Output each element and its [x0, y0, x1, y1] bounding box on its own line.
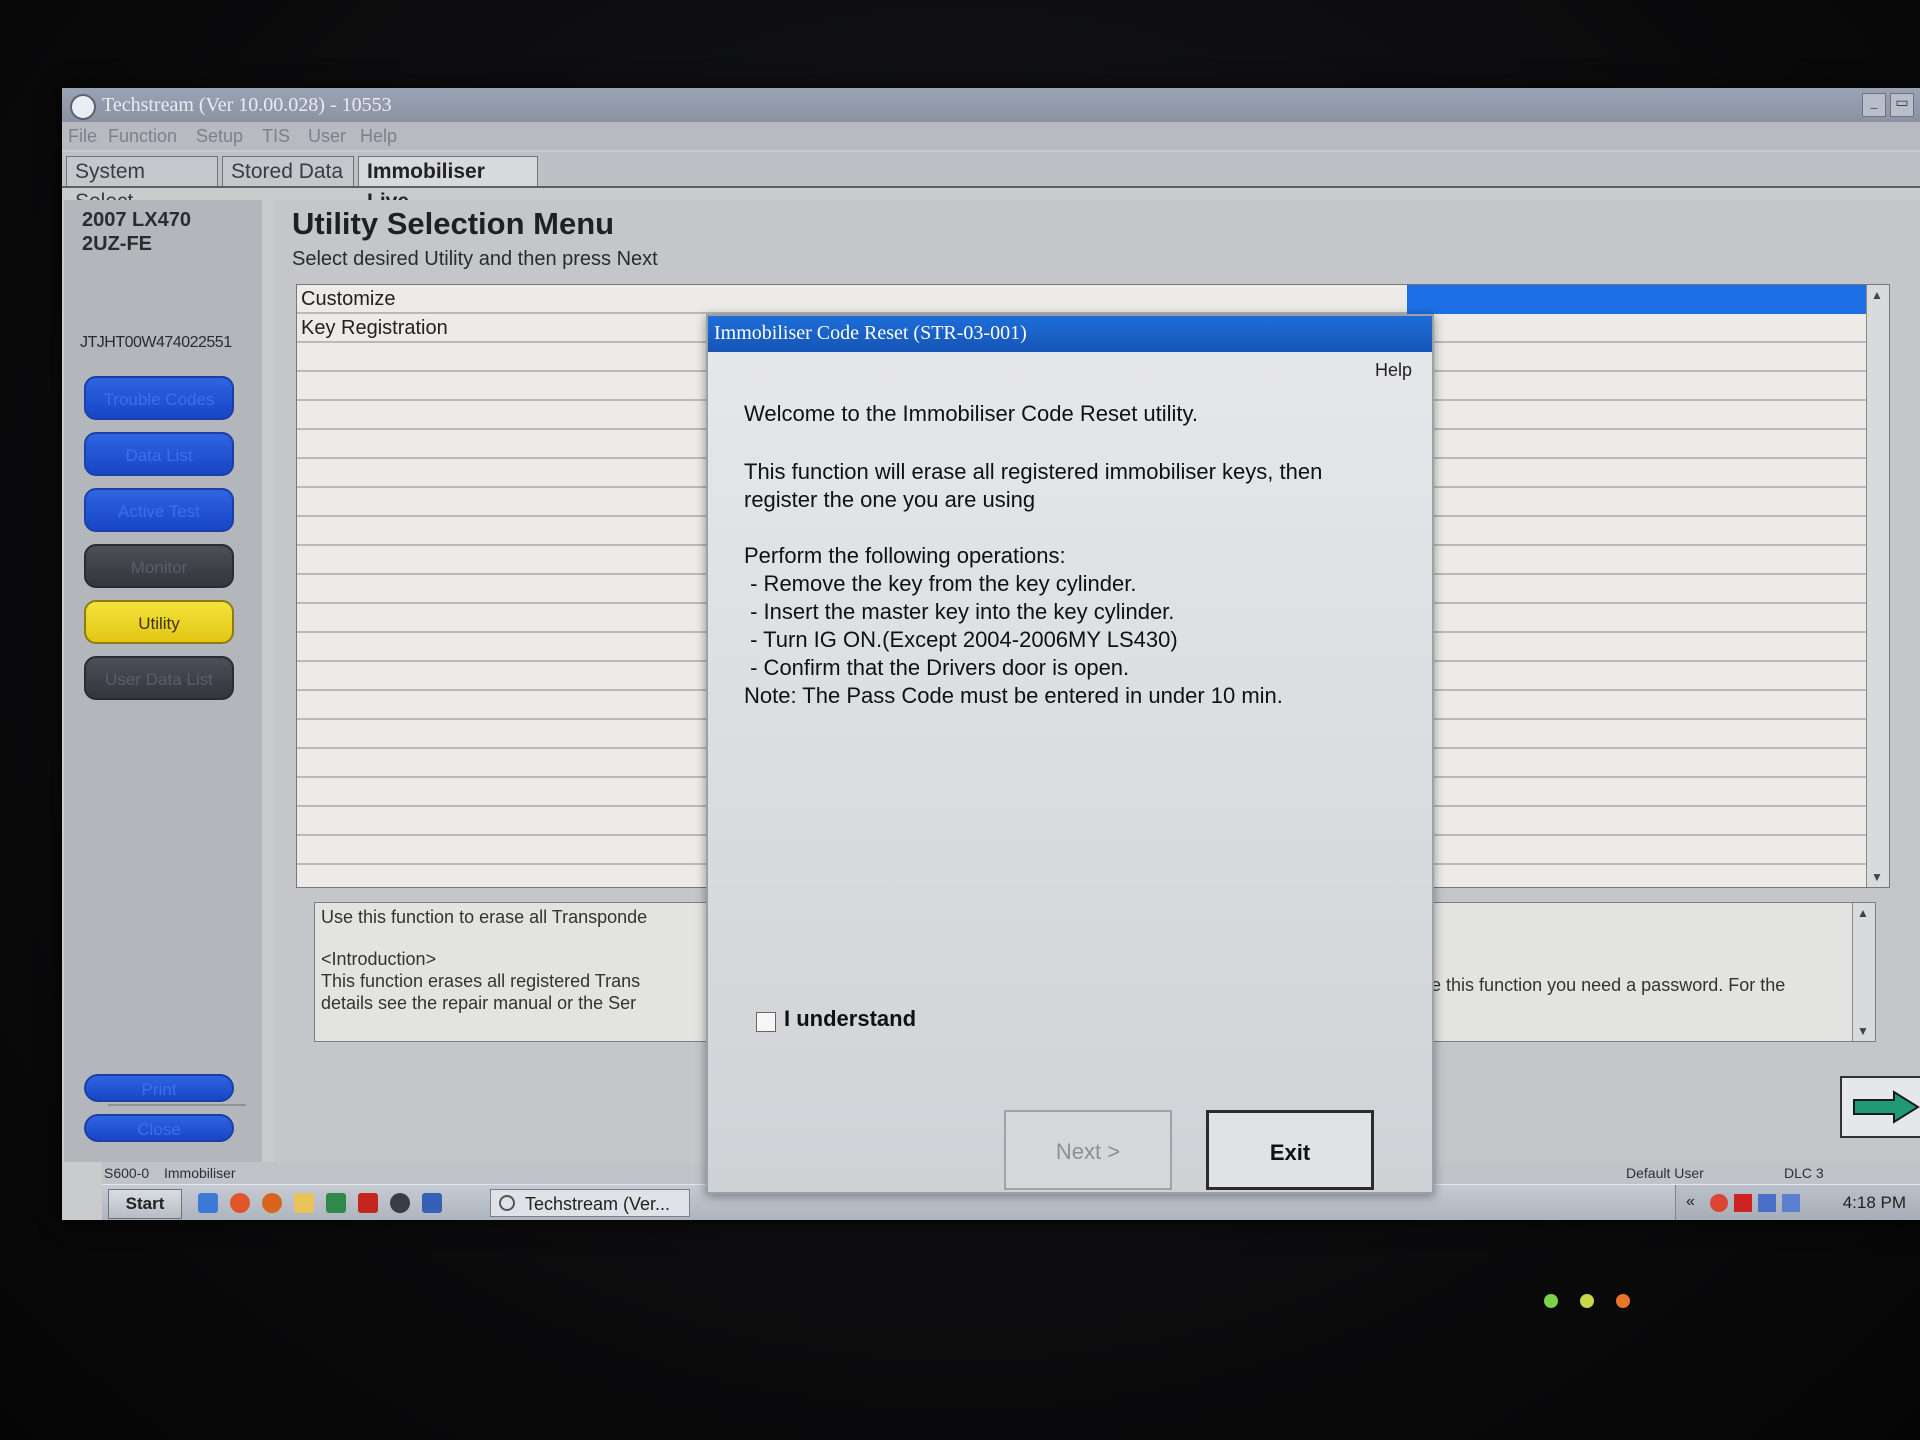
menu-tis[interactable]: TIS	[262, 126, 290, 147]
page-title: Utility Selection Menu	[292, 206, 615, 241]
list-item[interactable]: Customize	[301, 288, 395, 311]
title-bar: Techstream (Ver 10.00.028) - 10553 _ ▭	[62, 88, 1920, 122]
screen: Techstream (Ver 10.00.028) - 10553 _ ▭ F…	[62, 88, 1920, 1220]
disk-led-icon	[1616, 1294, 1630, 1308]
menu-function[interactable]: Function	[108, 126, 177, 147]
techstream-icon	[499, 1195, 515, 1211]
dialog-warning-line: This function will erase all registered …	[744, 459, 1323, 484]
dialog-operation: - Insert the master key into the key cyl…	[744, 599, 1175, 624]
dialog-help-link[interactable]: Help	[1375, 360, 1412, 381]
network-icon[interactable]	[1758, 1194, 1776, 1212]
active-test-button[interactable]: Active Test	[84, 488, 234, 532]
tab-row: System Select Stored Data Immobiliser Li…	[62, 152, 1920, 213]
scroll-up-icon[interactable]: ▲	[1855, 905, 1871, 921]
status-code: S600-0	[104, 1165, 150, 1181]
utility-button[interactable]: Utility	[84, 600, 234, 644]
list-item[interactable]: Key Registration	[301, 317, 448, 340]
scroll-down-icon[interactable]: ▼	[1855, 1023, 1871, 1039]
dialog-welcome: Welcome to the Immobiliser Code Reset ut…	[744, 401, 1199, 426]
window-title: Techstream (Ver 10.00.028) - 10553	[102, 94, 392, 116]
dialog-note: Note: The Pass Code must be entered in u…	[744, 683, 1283, 708]
menu-file[interactable]: File	[68, 126, 97, 147]
dialog-operations-header: Perform the following operations:	[744, 543, 1066, 568]
sidebar-divider	[108, 1104, 246, 1106]
battery-led-icon	[1580, 1294, 1594, 1308]
page-subtitle: Select desired Utility and then press Ne…	[292, 248, 658, 270]
dialog-operation: - Turn IG ON.(Except 2004-2006MY LS430)	[744, 627, 1178, 652]
vehicle-engine: 2UZ-FE	[82, 233, 152, 255]
description-line: <Introduction>	[321, 949, 437, 969]
menu-bar: File Function Setup TIS User Help	[62, 122, 1920, 150]
list-scrollbar[interactable]: ▲ ▼	[1866, 285, 1889, 887]
next-button[interactable]: Next >	[1004, 1110, 1172, 1190]
ie-icon[interactable]	[198, 1193, 218, 1213]
minimize-button[interactable]: _	[1862, 93, 1886, 117]
data-list-button[interactable]: Data List	[84, 432, 234, 476]
vehicle-model: 2007 LX470	[82, 209, 191, 231]
dialog-body: Help Welcome to the Immobiliser Code Res…	[708, 352, 1432, 1192]
media-player-icon[interactable]	[390, 1193, 410, 1213]
arrow-right-icon	[1853, 1090, 1920, 1124]
taskbar-item-label: Techstream (Ver...	[525, 1194, 671, 1214]
status-system: Immobiliser	[164, 1165, 236, 1181]
app-icon	[70, 94, 96, 120]
dialog-operation: - Confirm that the Drivers door is open.	[744, 655, 1130, 680]
chrome-icon[interactable]	[230, 1193, 250, 1213]
menu-help[interactable]: Help	[360, 126, 397, 147]
vin-number: JTJHT00W474022551	[80, 334, 232, 351]
sidebar: 2007 LX470 2UZ-FE JTJHT00W474022551 Trou…	[64, 200, 262, 1162]
flag-icon[interactable]	[1734, 1194, 1752, 1212]
close-button[interactable]: Close	[84, 1114, 234, 1142]
start-button[interactable]: Start	[108, 1189, 182, 1219]
description-line: This function erases all registered Tran…	[321, 971, 641, 991]
trouble-codes-button[interactable]: Trouble Codes	[84, 376, 234, 420]
user-data-list-button[interactable]: User Data List	[84, 656, 234, 700]
power-led-icon	[1544, 1294, 1558, 1308]
acrobat-icon[interactable]	[358, 1193, 378, 1213]
system-tray: « 4:18 PM	[1675, 1185, 1920, 1220]
understand-checkbox-label[interactable]: I understand	[784, 1006, 916, 1032]
understand-checkbox[interactable]	[756, 1012, 776, 1032]
antivirus-icon[interactable]	[1710, 1194, 1728, 1212]
firefox-icon[interactable]	[262, 1193, 282, 1213]
taskbar-item-techstream[interactable]: Techstream (Ver...	[490, 1189, 690, 1217]
clock: 4:18 PM	[1842, 1193, 1906, 1212]
dialog-operation: - Remove the key from the key cylinder.	[744, 571, 1137, 596]
scroll-up-icon[interactable]: ▲	[1869, 287, 1885, 303]
monitor-button[interactable]: Monitor	[84, 544, 234, 588]
immobiliser-reset-dialog: Immobiliser Code Reset (STR-03-001) Help…	[706, 314, 1434, 1194]
description-scrollbar[interactable]: ▲ ▼	[1852, 903, 1875, 1041]
status-user: Default User	[1626, 1165, 1704, 1181]
network-error-icon[interactable]	[1782, 1194, 1800, 1212]
restore-button[interactable]: ▭	[1890, 93, 1914, 117]
list-selection-highlight	[1407, 285, 1889, 314]
dialog-title: Immobiliser Code Reset (STR-03-001)	[714, 322, 1027, 344]
dialog-warning-line: register the one you are using	[744, 487, 1036, 512]
tab-stored-data[interactable]: Stored Data	[222, 156, 354, 186]
tray-expand-icon[interactable]: «	[1686, 1193, 1695, 1211]
exit-button[interactable]: Exit	[1206, 1110, 1374, 1190]
vehicle-info: 2007 LX470 2UZ-FE	[82, 208, 191, 256]
tab-system-select[interactable]: System Select	[66, 156, 218, 213]
description-line: details see the repair manual or the Ser	[321, 993, 637, 1013]
tab-immobiliser-live[interactable]: Immobiliser Live	[358, 156, 538, 213]
folder-icon[interactable]	[294, 1193, 314, 1213]
dialog-title-bar: Immobiliser Code Reset (STR-03-001)	[708, 316, 1432, 352]
status-connector: DLC 3	[1784, 1165, 1824, 1181]
excel-icon[interactable]	[326, 1193, 346, 1213]
description-line: Use this function to erase all Transpond…	[321, 907, 648, 927]
next-arrow-button[interactable]	[1840, 1076, 1920, 1138]
menu-user[interactable]: User	[308, 126, 346, 147]
print-button[interactable]: Print	[84, 1074, 234, 1102]
scroll-down-icon[interactable]: ▼	[1869, 869, 1885, 885]
menu-setup[interactable]: Setup	[196, 126, 243, 147]
word-icon[interactable]	[422, 1193, 442, 1213]
